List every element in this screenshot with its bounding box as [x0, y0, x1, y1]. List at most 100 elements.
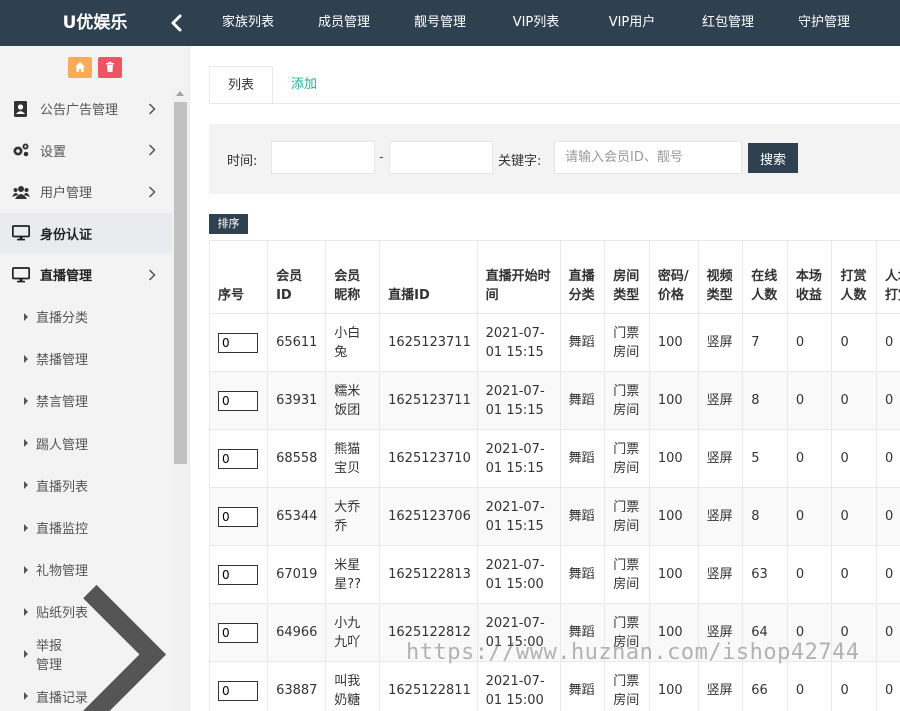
column-header: 直播分类: [559, 240, 606, 314]
sort-button[interactable]: 排序: [209, 214, 248, 234]
tab-list[interactable]: 列表: [209, 66, 274, 104]
top-nav-item[interactable]: 红包管理: [680, 0, 776, 46]
sidebar-item[interactable]: 直播管理: [0, 254, 172, 296]
time-label: 时间:: [227, 154, 258, 169]
sidebar: 公告广告管理设置用户管理身份认证直播管理直播分类 禁播管理 禁言管理踢人管理直播列表…: [0, 46, 190, 711]
table-cell: 舞蹈: [559, 661, 606, 711]
table-cell: 竖屏: [697, 313, 744, 372]
sidebar-subitem[interactable]: 踢人管理: [0, 422, 172, 464]
table-cell: 7: [742, 313, 788, 372]
chevron-right-icon: [148, 144, 156, 156]
top-nav-item[interactable]: 用: [872, 0, 900, 46]
sidebar-subitem[interactable]: 直播列表: [0, 464, 172, 506]
column-header: 打赏人数: [831, 240, 878, 314]
end-time-input[interactable]: [389, 141, 493, 174]
table-cell: 竖屏: [697, 371, 744, 430]
collapse-sidebar-icon[interactable]: [166, 11, 188, 35]
top-nav-item[interactable]: 守护管理: [776, 0, 872, 46]
sidebar-scrollbar[interactable]: [172, 88, 189, 711]
table-cell: 舞蹈: [559, 371, 606, 430]
order-input[interactable]: [218, 390, 258, 411]
sidebar-item-label: 用户管理: [40, 186, 93, 202]
table-cell: 8: [742, 487, 788, 546]
sidebar-item[interactable]: 用户管理: [0, 171, 172, 213]
order-input[interactable]: [218, 680, 258, 701]
table-cell: 100: [648, 429, 699, 488]
top-nav-item[interactable]: 家族列表: [200, 0, 296, 46]
table-cell: 门票房间: [604, 313, 650, 372]
table-cell: 64966: [267, 603, 327, 662]
sidebar-item[interactable]: 设置: [0, 130, 172, 172]
home-button[interactable]: [67, 56, 92, 78]
start-time-input[interactable]: [271, 141, 375, 174]
table-cell: 1625123706: [379, 487, 478, 546]
sidebar-subitem[interactable]: 直播分类: [0, 296, 172, 338]
gears-icon: [12, 142, 30, 158]
sidebar-item[interactable]: 身份认证: [0, 212, 172, 254]
order-input[interactable]: [218, 506, 258, 527]
brand-title: U优娱乐: [62, 13, 128, 33]
order-input[interactable]: [218, 564, 258, 585]
table-cell: 竖屏: [697, 661, 744, 711]
order-input[interactable]: [218, 332, 258, 353]
sidebar-subitem[interactable]: 直播记录: [0, 675, 172, 711]
table-cell: 2021-07-01 15:15: [476, 429, 561, 488]
column-header: 人均打赏: [876, 240, 900, 314]
top-nav-item[interactable]: VIP列表: [488, 0, 584, 46]
table-cell: 竖屏: [697, 487, 744, 546]
scrollbar-thumb[interactable]: [174, 102, 187, 464]
table-cell: 65611: [267, 313, 327, 372]
table-cell: 0: [786, 545, 833, 604]
top-nav-item[interactable]: 成员管理: [296, 0, 392, 46]
sidebar-subitem[interactable]: 举报管理: [0, 584, 172, 711]
sidebar-subitem-label: 踢人管理: [36, 437, 89, 453]
home-icon: [74, 62, 85, 72]
table-cell: 5: [742, 429, 788, 488]
table-cell: 0: [876, 487, 900, 546]
top-nav-item[interactable]: VIP用户: [584, 0, 680, 46]
delete-button[interactable]: [97, 56, 122, 78]
table-cell: 0: [831, 371, 878, 430]
tab-add[interactable]: 添加: [273, 66, 335, 104]
caret-right-icon: [24, 523, 28, 532]
table-row: 65344大乔乔16251237062021-07-01 15:15舞蹈门票房间…: [209, 487, 900, 546]
sidebar-item-label: 直播管理: [40, 269, 93, 285]
monitor-icon: [12, 225, 30, 241]
table-cell: 竖屏: [697, 429, 744, 488]
keyword-input[interactable]: [554, 141, 742, 174]
sidebar-menu: 公告广告管理设置用户管理身份认证直播管理直播分类 禁播管理 禁言管理踢人管理直播列表…: [0, 88, 172, 711]
table-cell: 小白兔: [325, 313, 381, 372]
search-button[interactable]: 搜索: [748, 143, 798, 173]
caret-right-icon: [24, 439, 28, 448]
chevron-right-icon: [148, 103, 156, 115]
caret-right-icon: [24, 396, 28, 405]
order-input[interactable]: [218, 448, 258, 469]
table-cell: 0: [831, 487, 878, 546]
sidebar-subitem[interactable]: 禁播管理: [0, 338, 172, 380]
table-cell: 大乔乔: [325, 487, 381, 546]
scroll-up-arrow-icon[interactable]: [176, 91, 184, 96]
sidebar-item-label: 公告广告管理: [40, 103, 119, 119]
caret-right-icon: [24, 565, 28, 574]
tab-divider: [209, 103, 900, 104]
sidebar-subitem[interactable]: 禁言管理: [0, 380, 172, 422]
table-cell: 0: [876, 661, 900, 711]
table-cell: 68558: [267, 429, 327, 488]
trash-icon: [105, 61, 114, 72]
table-cell: 8: [742, 371, 788, 430]
table-cell: [209, 487, 269, 546]
sidebar-subitem[interactable]: 直播监控: [0, 506, 172, 548]
table-cell: [209, 371, 269, 430]
watermark-text: https://www.huzhan.com/ishop42744: [406, 640, 860, 665]
order-input[interactable]: [218, 622, 258, 643]
table-cell: 门票房间: [604, 429, 650, 488]
column-header: 密码/价格: [648, 240, 699, 314]
sidebar-item[interactable]: 公告广告管理: [0, 88, 172, 130]
top-bar: U优娱乐 家族列表成员管理靓号管理VIP列表VIP用户红包管理守护管理用: [0, 0, 900, 46]
table-cell: 舞蹈: [559, 545, 606, 604]
top-nav-item[interactable]: 靓号管理: [392, 0, 488, 46]
column-header: 直播ID: [379, 240, 478, 314]
table-cell: 0: [831, 313, 878, 372]
top-nav: 家族列表成员管理靓号管理VIP列表VIP用户红包管理守护管理用: [200, 0, 900, 46]
table-cell: 0: [876, 429, 900, 488]
